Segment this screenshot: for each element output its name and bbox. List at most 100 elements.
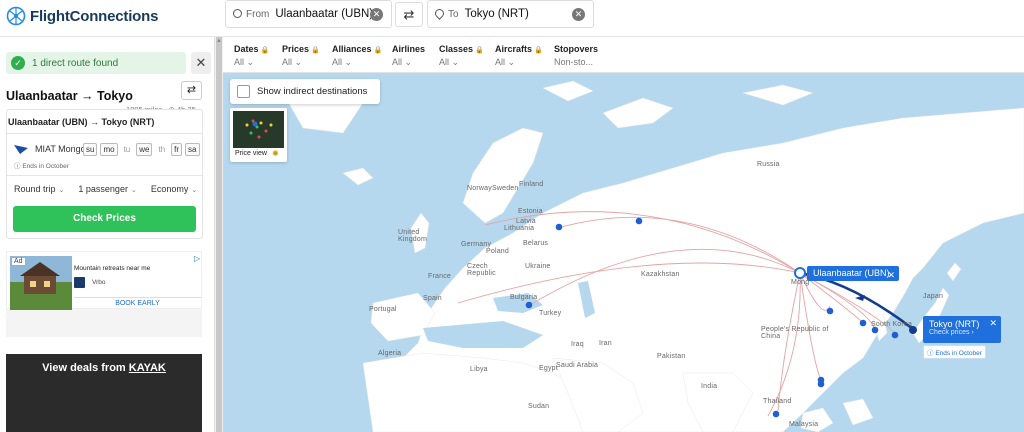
label-saudi-arabia: Saudi Arabia	[556, 362, 599, 369]
label-latvia: Latvia	[516, 218, 536, 225]
brand-name: FlightConnections	[30, 7, 159, 25]
label-iraq: Iraq	[571, 341, 584, 348]
price-view-label: Price view	[235, 150, 267, 157]
ad-badge: Ad	[11, 257, 26, 266]
day-th: th	[158, 145, 166, 154]
destination-popup-sub[interactable]: Check prices ›	[929, 329, 995, 336]
scrollbar-thumb[interactable]	[216, 37, 222, 432]
cabin-value: Economy	[150, 184, 189, 194]
scroll-up-icon[interactable]: ▲	[216, 38, 222, 44]
filter-value: All ⌄	[439, 57, 460, 67]
from-label: From	[246, 8, 270, 20]
ad-cta-link[interactable]: BOOK EARLY	[74, 297, 201, 309]
cabin-select[interactable]: Economy ⌄	[151, 184, 197, 194]
label-kazakhstan: Kazakhstan	[641, 271, 680, 278]
price-view-button[interactable]: Price view ✺	[230, 108, 287, 162]
filter-prices[interactable]: Prices 🔒 All ⌄	[282, 44, 320, 68]
label-algeria: Algeria	[378, 350, 402, 357]
route-found-text: 1 direct route found	[32, 57, 119, 69]
kayak-banner[interactable]: View deals from KAYAK	[6, 354, 202, 432]
show-indirect-toggle[interactable]: Show indirect destinations	[230, 79, 380, 104]
label-china: People's Republic of China	[761, 326, 829, 340]
sidebar: ✓ 1 direct route found ✕ Ulaanbaatar → T…	[0, 37, 214, 432]
sidebar-scrollbar[interactable]: ▲	[214, 37, 223, 432]
filter-value: All ⌄	[282, 57, 303, 67]
info-icon: ⓘ	[14, 163, 21, 170]
origin-popup[interactable]: Ulaanbaatar (UBN) ✕	[807, 266, 899, 281]
label-germany: Germany	[461, 241, 492, 248]
label-south-korea: South Korea	[871, 321, 913, 328]
vrbo-logo-icon	[74, 277, 85, 288]
ad-title[interactable]: Mountain retreats near me	[74, 265, 150, 272]
filter-airlines[interactable]: Airlines All ⌄	[392, 44, 425, 68]
kayak-text: View deals from	[42, 362, 126, 374]
map-canvas[interactable]	[223, 73, 1024, 432]
kayak-brand: KAYAK	[128, 362, 166, 374]
airline-name: MIAT Mongo	[35, 144, 86, 154]
filter-value: All ⌄	[495, 57, 516, 67]
to-value: Tokyo (NRT)	[464, 8, 529, 20]
label-finland: Finland	[519, 181, 544, 188]
destination-ends-tag: ⓘ Ends in October	[923, 345, 986, 359]
destination-popup[interactable]: Tokyo (NRT) Check prices › ✕	[923, 316, 1001, 343]
route-map[interactable]: Russia United Kingdom Poland Ukraine Kaz…	[223, 73, 1024, 432]
filter-name: Stopovers	[554, 44, 599, 54]
price-view-thumbnail	[233, 111, 284, 148]
to-field[interactable]: To Tokyo (NRT) ✕	[427, 0, 594, 28]
filter-aircrafts[interactable]: Aircrafts 🔒 All ⌄	[495, 44, 543, 68]
day-we: we	[136, 143, 153, 156]
close-popup-icon[interactable]: ✕	[887, 268, 895, 283]
passengers-select[interactable]: 1 passenger ⌄	[78, 184, 136, 194]
filter-stopovers[interactable]: Stopovers Non-sto...	[554, 44, 598, 67]
label-bulgaria: Bulgaria	[510, 294, 538, 301]
logo[interactable]: FlightConnections	[6, 6, 158, 26]
label-turkey: Turkey	[539, 310, 562, 317]
label-libya: Libya	[470, 366, 488, 373]
close-popup-icon[interactable]: ✕	[989, 318, 997, 329]
lock-icon: 🔒	[475, 47, 484, 54]
origin-marker[interactable]	[794, 267, 806, 279]
chevron-down-icon: ⌄	[58, 187, 65, 194]
airline-row[interactable]: MIAT Mongo	[14, 144, 86, 154]
ad-block: Ad Mountain retreats near me Vrbo BOOK E…	[6, 251, 202, 337]
label-estonia: Estonia	[518, 208, 543, 215]
destination-popup-title: Tokyo (NRT)	[929, 319, 980, 329]
swap-route-button[interactable]: ⇄	[395, 2, 423, 27]
chevron-down-icon: ⌄	[130, 187, 137, 194]
ends-note: ⓘ Ends in October	[14, 160, 69, 170]
filter-alliances[interactable]: Alliances 🔒 All ⌄	[332, 44, 382, 68]
clear-from-icon[interactable]: ✕	[370, 8, 383, 21]
filter-name: Alliances	[332, 44, 372, 54]
from-field[interactable]: From Ulaanbaatar (UBN) ✕	[225, 0, 392, 28]
label-portugal: Portugal	[369, 306, 397, 313]
day-su: su	[83, 143, 98, 156]
label-france: France	[428, 273, 451, 280]
trip-type-value: Round trip	[14, 184, 56, 194]
ad-card[interactable]: Ad Mountain retreats near me Vrbo BOOK E…	[6, 251, 202, 310]
route-title: Ulaanbaatar → Tokyo	[6, 89, 133, 103]
origin-popup-text: Ulaanbaatar (UBN)	[813, 268, 890, 278]
destination-pin-icon	[433, 7, 446, 20]
ad-brand-name: Vrbo	[92, 279, 106, 286]
globe-icon	[6, 6, 26, 26]
filter-value: All ⌄	[332, 57, 353, 67]
checkbox[interactable]	[237, 85, 250, 98]
close-button[interactable]: ✕	[191, 52, 211, 74]
check-prices-button[interactable]: Check Prices	[13, 206, 196, 232]
filter-name: Airlines	[392, 44, 426, 54]
filter-classes[interactable]: Classes 🔒 All ⌄	[439, 44, 484, 68]
lock-icon: 🔒	[311, 47, 320, 54]
label-lithuania: Lithuania	[504, 225, 535, 232]
label-spain: Spain	[423, 295, 442, 302]
filter-dates[interactable]: Dates 🔒 All ⌄	[234, 44, 269, 68]
swap-direction-button[interactable]: ⇄	[181, 81, 202, 100]
day-mo: mo	[100, 143, 118, 156]
clear-to-icon[interactable]: ✕	[572, 8, 585, 21]
divider	[7, 133, 202, 134]
origin-icon	[233, 9, 242, 18]
lock-icon: 🔒	[534, 47, 543, 54]
adchoices-icon[interactable]: ▷	[194, 254, 200, 263]
lock-icon: 🔒	[260, 47, 270, 54]
trip-type-select[interactable]: Round trip ⌄	[14, 184, 64, 194]
label-malaysia: Malaysia	[789, 421, 819, 428]
